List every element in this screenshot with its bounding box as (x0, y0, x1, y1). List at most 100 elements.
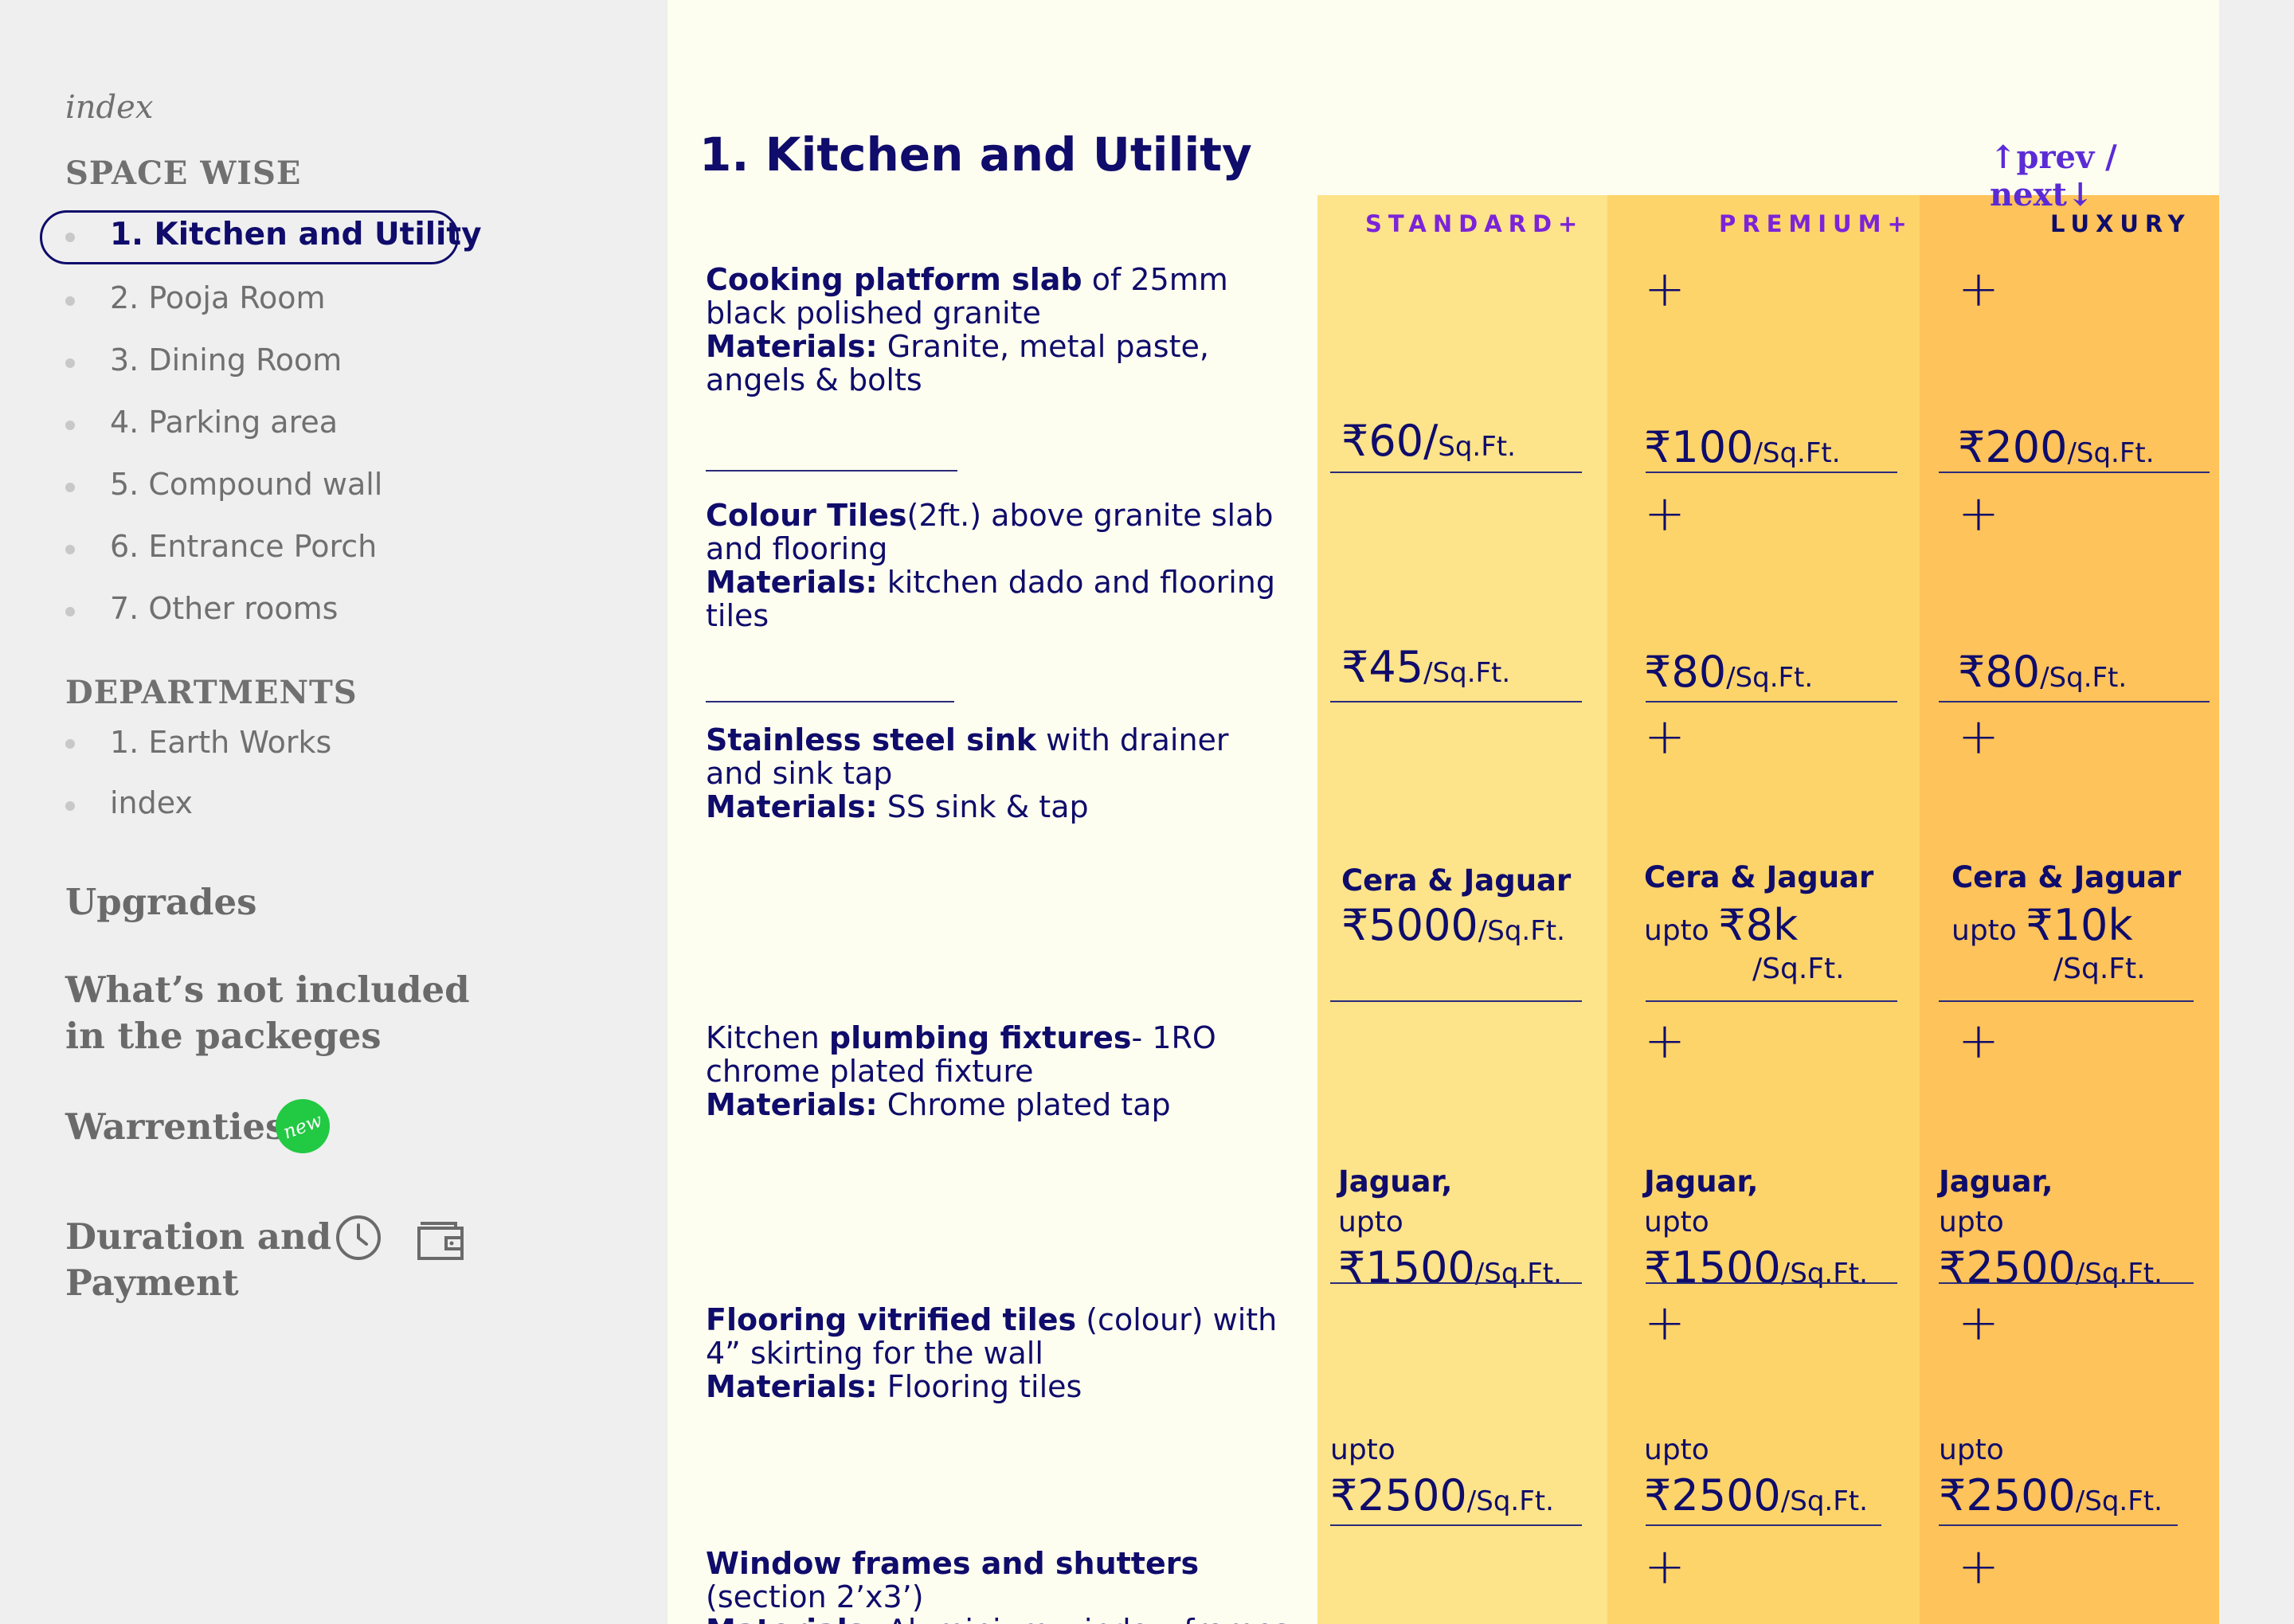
divider (706, 701, 954, 702)
plus-icon[interactable]: + (1644, 712, 1685, 761)
price-standard-3: ₹5000/Sq.Ft. (1341, 900, 1565, 950)
plus-icon[interactable]: + (1644, 1298, 1685, 1348)
price-standard-4: ₹1500/Sq.Ft. (1338, 1242, 1562, 1293)
materials-label: Materials: (706, 1613, 878, 1624)
feature-ss-sink: Stainless steel sink with drainer and si… (706, 723, 1295, 824)
wallet-icon[interactable] (416, 1217, 465, 1262)
duration-payment-link[interactable]: Duration and Payment (65, 1214, 331, 1306)
bullet (65, 233, 75, 242)
price-luxury-3: upto ₹10k (1951, 900, 2133, 950)
plus-icon[interactable]: + (1644, 489, 1685, 538)
bullet (65, 607, 75, 616)
right-margin (2219, 0, 2294, 1624)
bullet (65, 483, 75, 492)
brand-luxury-3: Cera & Jaguar (1951, 860, 2182, 894)
sidebar-item-earth-works[interactable]: 1. Earth Works (110, 725, 331, 760)
index-link[interactable]: index (65, 89, 153, 126)
materials-label: Materials: (706, 789, 878, 824)
materials-label: Materials: (706, 565, 878, 600)
bullet (65, 801, 75, 811)
page-title: 1. Kitchen and Utility (699, 127, 1252, 182)
plus-icon[interactable]: + (1958, 1016, 1999, 1066)
bullet (65, 739, 75, 749)
clock-icon[interactable] (335, 1214, 382, 1262)
price-luxury-1: ₹200/Sq.Ft. (1958, 422, 2155, 472)
unit-premium-3: /Sq.Ft. (1752, 953, 1845, 985)
bullet (65, 296, 75, 306)
materials-label: Materials: (706, 1369, 878, 1404)
sidebar-item-pooja[interactable]: 2. Pooja Room (110, 280, 326, 315)
plus-icon[interactable]: + (1958, 264, 1999, 314)
price-premium-4: ₹1500/Sq.Ft. (1644, 1242, 1868, 1293)
space-wise-heading: SPACE WISE (65, 155, 302, 192)
column-header-standard: STANDARD+ (1365, 210, 1584, 237)
main-content: 1. Kitchen and Utility ↑prev / next↓ STA… (667, 0, 2219, 1624)
price-premium-1: ₹100/Sq.Ft. (1644, 422, 1841, 472)
divider (706, 470, 957, 472)
brand-luxury-4: Jaguar, (1939, 1164, 2053, 1199)
upgrades-link[interactable]: Upgrades (65, 879, 256, 925)
sidebar-item-porch[interactable]: 6. Entrance Porch (110, 529, 377, 564)
materials-label: Materials: (706, 1087, 878, 1122)
duration-line1: Duration and (65, 1215, 332, 1258)
warranties-link[interactable]: Warrenties (65, 1104, 285, 1150)
plus-icon[interactable]: + (1644, 1542, 1685, 1591)
sidebar: index SPACE WISE 1. Kitchen and Utility … (0, 0, 667, 1624)
divider (1939, 1524, 2178, 1526)
plus-icon[interactable]: + (1958, 489, 1999, 538)
column-header-premium: PREMIUM+ (1719, 210, 1913, 237)
sidebar-item-dining[interactable]: 3. Dining Room (110, 342, 342, 378)
sidebar-item-kitchen[interactable]: 1. Kitchen and Utility (110, 217, 482, 252)
duration-line2: Payment (65, 1262, 239, 1304)
plus-icon[interactable]: + (1958, 1298, 1999, 1348)
upto-premium-5: upto (1644, 1434, 1709, 1466)
feature-title: plumbing fixtures (828, 1020, 1132, 1055)
materials-value: Chrome plated tap (877, 1087, 1171, 1122)
not-included-line1: What’s not included (65, 969, 470, 1011)
divider (1939, 472, 2210, 473)
not-included-line2: in the packeges (65, 1015, 382, 1057)
divider (1330, 472, 1582, 473)
materials-value: Flooring tiles (877, 1369, 1082, 1404)
feature-title: Window frames and shutters (706, 1546, 1200, 1581)
prev-next-nav[interactable]: ↑prev / next↓ (1990, 139, 2219, 213)
price-luxury-2: ₹80/Sq.Ft. (1958, 647, 2128, 697)
brand-premium-3: Cera & Jaguar (1644, 860, 1874, 894)
bullet (65, 358, 75, 368)
sidebar-item-parking[interactable]: 4. Parking area (110, 405, 338, 440)
feature-title: Stainless steel sink (706, 722, 1037, 757)
brand-standard-4: Jaguar, (1338, 1164, 1453, 1199)
divider (1646, 1000, 1897, 1002)
upto-luxury-4: upto (1939, 1206, 2004, 1239)
price-standard-5: ₹2500/Sq.Ft. (1330, 1470, 1554, 1520)
price-standard-1: ₹60/Sq.Ft. (1341, 416, 1516, 466)
brand-standard-3: Cera & Jaguar (1341, 863, 1572, 898)
price-standard-2: ₹45/Sq.Ft. (1341, 642, 1511, 692)
plus-icon[interactable]: + (1644, 264, 1685, 314)
bullet (65, 421, 75, 430)
feature-plumbing-fixtures: Kitchen plumbing fixtures- 1RO chrome pl… (706, 1021, 1295, 1121)
divider (1939, 1000, 2194, 1002)
upto-luxury-5: upto (1939, 1434, 2004, 1466)
divider (1646, 472, 1897, 473)
upto-standard-5: upto (1330, 1434, 1396, 1466)
sidebar-item-compound[interactable]: 5. Compound wall (110, 467, 382, 502)
feature-flooring-tiles: Flooring vitrified tiles (colour) with 4… (706, 1303, 1295, 1403)
feature-window-frames: Window frames and shutters (section 2’x3… (706, 1547, 1295, 1624)
divider (1330, 1282, 1582, 1284)
divider (1646, 1524, 1881, 1526)
sidebar-item-index[interactable]: index (110, 785, 193, 820)
plus-icon[interactable]: + (1958, 712, 1999, 761)
divider (1330, 701, 1582, 702)
sidebar-item-other[interactable]: 7. Other rooms (110, 591, 338, 626)
divider (1330, 1000, 1582, 1002)
plus-icon[interactable]: + (1644, 1016, 1685, 1066)
feature-cooking-platform: Cooking platform slab of 25mm black poli… (706, 263, 1295, 397)
divider (1939, 701, 2210, 702)
price-luxury-4: ₹2500/Sq.Ft. (1939, 1242, 2163, 1293)
divider (1646, 1282, 1897, 1284)
plus-icon[interactable]: + (1958, 1542, 1999, 1591)
not-included-link[interactable]: What’s not included in the packeges (65, 967, 470, 1059)
divider (1330, 1524, 1582, 1526)
feature-title: Flooring vitrified tiles (706, 1302, 1077, 1337)
